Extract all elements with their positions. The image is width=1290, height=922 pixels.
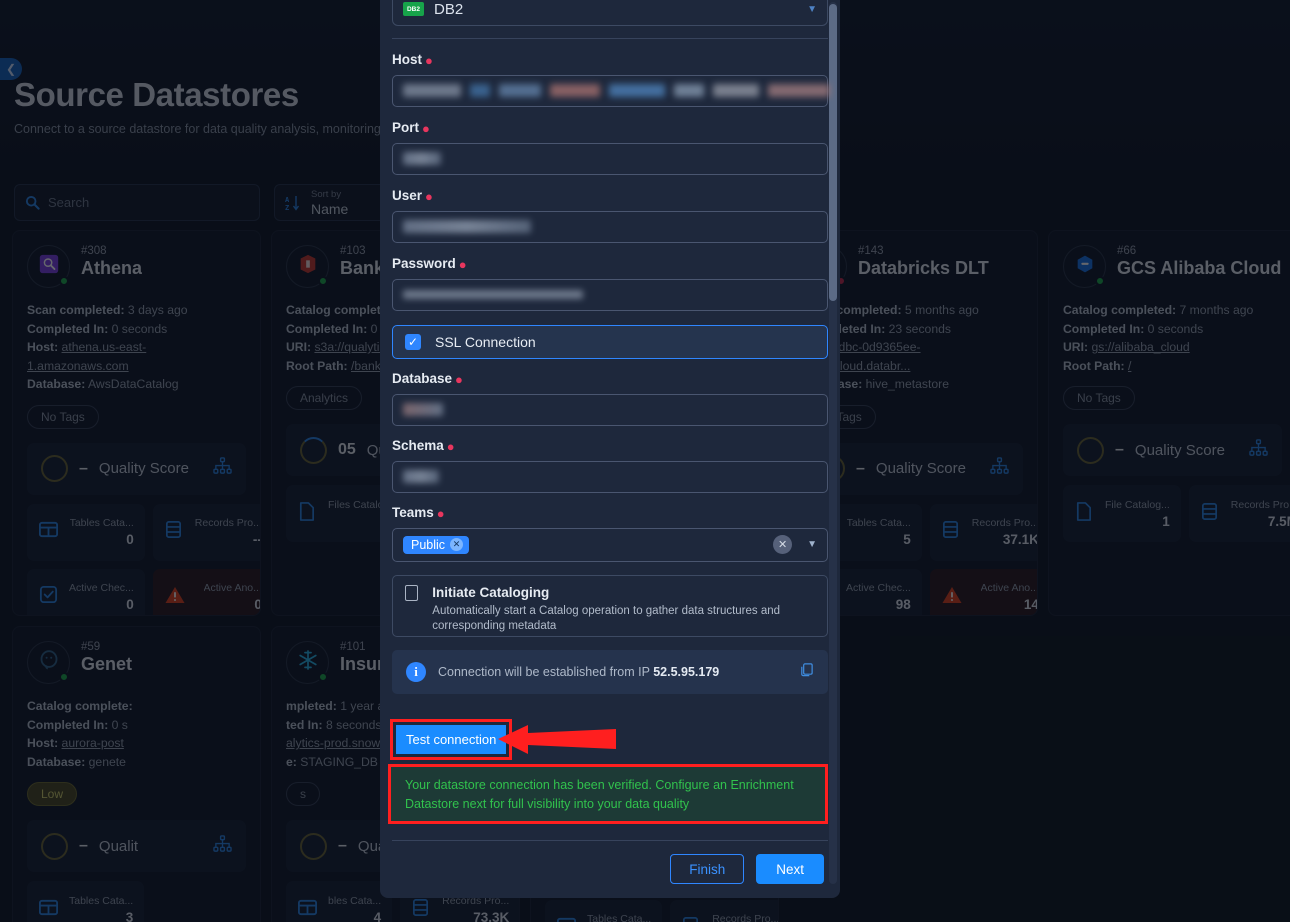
ssl-connection-label: SSL Connection bbox=[435, 334, 536, 350]
ssl-connection-checkbox[interactable]: ✓ SSL Connection bbox=[392, 325, 828, 359]
password-label: Password ● bbox=[392, 256, 467, 272]
user-redacted-value bbox=[403, 220, 531, 234]
datastore-type-select[interactable]: DB2 DB2 ▼ bbox=[392, 0, 828, 26]
annotation-arrow bbox=[498, 723, 618, 764]
connection-success-message: Your datastore connection has been verif… bbox=[405, 778, 794, 811]
team-chip-label: Public bbox=[411, 537, 446, 552]
host-field-group: Host ● bbox=[392, 52, 830, 107]
required-marker: ● bbox=[446, 438, 455, 454]
host-redacted-value bbox=[403, 84, 830, 98]
database-field-group: Database ● bbox=[392, 371, 828, 426]
datastore-type-value: DB2 bbox=[434, 0, 464, 18]
checkbox-unchecked-icon[interactable] bbox=[405, 585, 419, 601]
required-marker: ● bbox=[425, 52, 433, 68]
schema-field-group: Schema ● bbox=[392, 438, 828, 493]
required-marker: ● bbox=[436, 505, 445, 521]
finish-button[interactable]: Finish bbox=[670, 854, 745, 884]
initiate-cataloging-description: Automatically start a Catalog operation … bbox=[432, 605, 781, 632]
database-label: Database ● bbox=[392, 371, 463, 387]
password-redacted-value bbox=[403, 290, 583, 300]
chevron-down-icon: ▼ bbox=[807, 3, 817, 15]
checkbox-checked-icon: ✓ bbox=[405, 334, 421, 350]
user-label: User ● bbox=[392, 188, 433, 204]
ip-notice: i Connection will be established from IP… bbox=[392, 650, 828, 694]
teams-select[interactable]: Public ✕ ✕ ▼ bbox=[392, 527, 828, 562]
chevron-down-icon[interactable]: ▼ bbox=[807, 539, 817, 550]
ip-address: 52.5.95.179 bbox=[653, 665, 720, 679]
modal-scrollbar-thumb[interactable] bbox=[829, 4, 837, 301]
initiate-cataloging-option[interactable]: Initiate Cataloging Automatically start … bbox=[392, 575, 828, 637]
modal-footer-divider bbox=[392, 840, 828, 841]
port-redacted-value bbox=[403, 152, 441, 166]
modal-divider bbox=[392, 38, 828, 39]
db2-icon: DB2 bbox=[403, 2, 424, 16]
database-redacted-value bbox=[403, 403, 443, 417]
user-input[interactable] bbox=[392, 210, 828, 243]
schema-redacted-value bbox=[403, 470, 439, 484]
required-marker: ● bbox=[458, 256, 467, 272]
database-input[interactable] bbox=[392, 393, 828, 426]
close-icon[interactable]: ✕ bbox=[450, 538, 464, 552]
copy-icon[interactable] bbox=[799, 662, 814, 682]
teams-field-group: Teams ● Public ✕ ✕ ▼ bbox=[392, 505, 828, 562]
required-marker: ● bbox=[425, 188, 433, 204]
initiate-cataloging-title: Initiate Cataloging bbox=[432, 585, 550, 600]
ip-notice-prefix: Connection will be established from IP bbox=[438, 665, 650, 679]
info-icon: i bbox=[406, 662, 426, 682]
test-connection-annotation-box: Test connection bbox=[390, 719, 513, 760]
ip-notice-text: Connection will be established from IP 5… bbox=[438, 665, 719, 679]
team-chip[interactable]: Public ✕ bbox=[403, 535, 470, 554]
schema-label: Schema ● bbox=[392, 438, 455, 454]
test-connection-button[interactable]: Test connection bbox=[396, 725, 507, 754]
modal-footer-actions: Finish Next bbox=[670, 854, 824, 884]
next-button[interactable]: Next bbox=[756, 854, 824, 884]
teams-label: Teams ● bbox=[392, 505, 445, 521]
required-marker: ● bbox=[422, 120, 430, 136]
port-field-group: Port ● bbox=[392, 120, 828, 175]
port-label: Port ● bbox=[392, 120, 430, 136]
connection-success-message-annotated: Your datastore connection has been verif… bbox=[388, 764, 828, 824]
password-input[interactable] bbox=[392, 278, 828, 311]
password-field-group: Password ● bbox=[392, 256, 828, 311]
user-field-group: User ● bbox=[392, 188, 828, 243]
host-label: Host ● bbox=[392, 52, 433, 68]
port-input[interactable] bbox=[392, 142, 828, 175]
required-marker: ● bbox=[455, 371, 463, 387]
clear-icon[interactable]: ✕ bbox=[773, 535, 793, 555]
schema-input[interactable] bbox=[392, 460, 828, 493]
host-input[interactable] bbox=[392, 74, 830, 107]
